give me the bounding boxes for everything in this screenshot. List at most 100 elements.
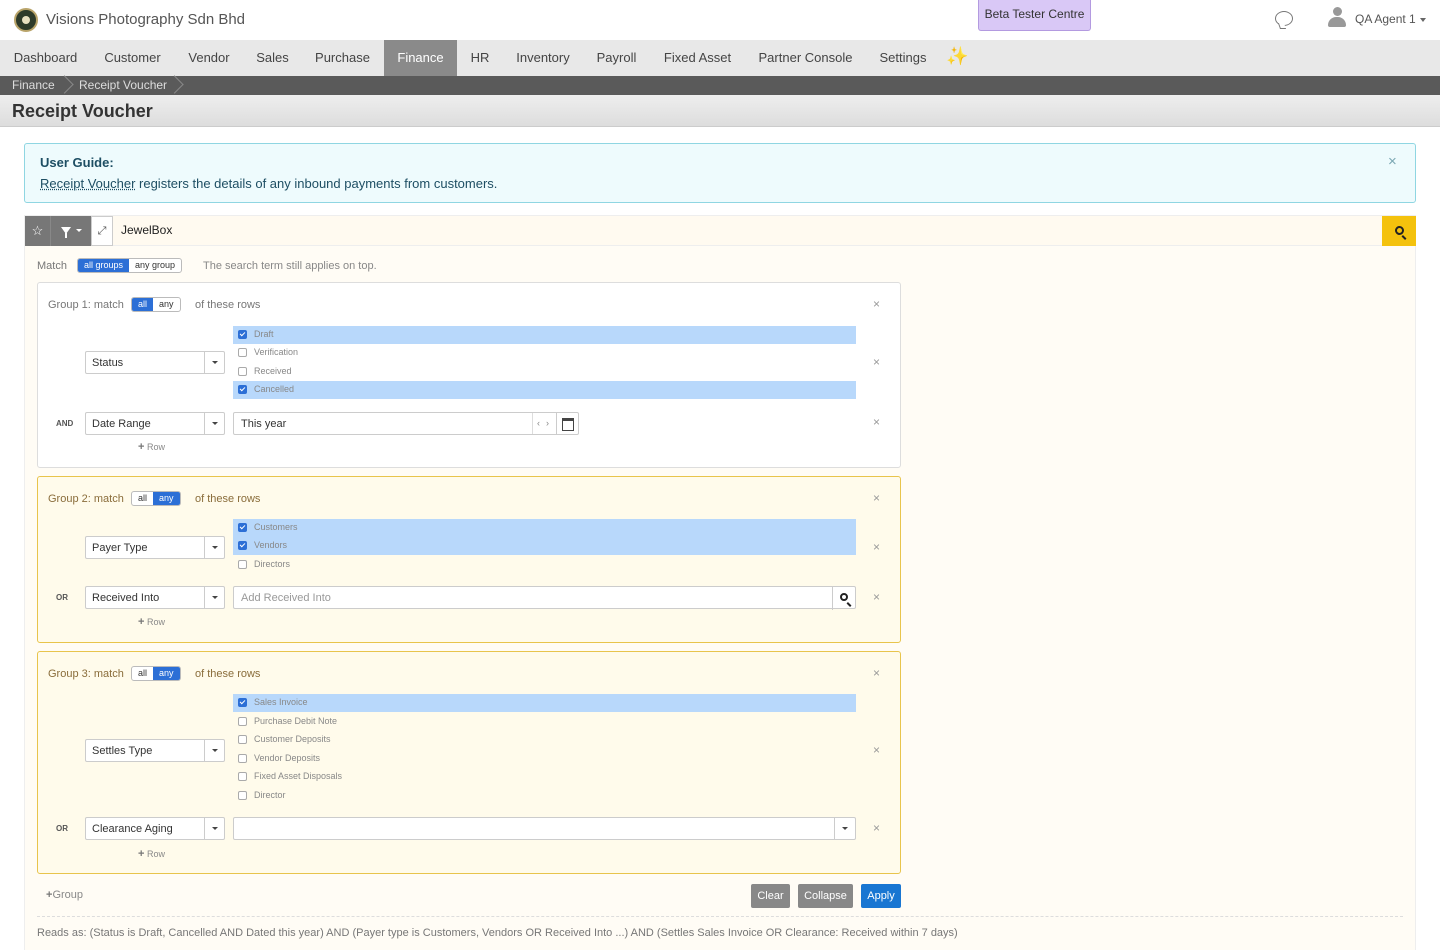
group-match-toggle: all any	[131, 491, 181, 506]
remove-row-icon[interactable]: ×	[873, 743, 880, 757]
field-select-clearance-aging[interactable]: Clearance Aging	[85, 817, 225, 840]
date-range-input[interactable]: This year ‹ ›	[233, 412, 579, 435]
add-row-button[interactable]: + Row	[138, 616, 165, 628]
search-button[interactable]	[832, 587, 855, 610]
group-all[interactable]: all	[132, 667, 153, 680]
group-any[interactable]: any	[153, 298, 180, 311]
nav-sales[interactable]: Sales	[244, 40, 301, 76]
nav-fixed-asset[interactable]: Fixed Asset	[650, 40, 745, 76]
checkbox-customers[interactable]: Customers	[233, 519, 856, 537]
star-icon[interactable]: ☆	[25, 216, 50, 246]
nav-inventory[interactable]: Inventory	[503, 40, 583, 76]
checkbox-vendors[interactable]: Vendors	[233, 537, 856, 555]
nav-hr[interactable]: HR	[457, 40, 503, 76]
field-select-payer-type[interactable]: Payer Type	[85, 536, 225, 559]
received-into-input[interactable]: Add Received Into	[233, 586, 856, 610]
row-connector: OR	[56, 824, 68, 833]
nav-customer[interactable]: Customer	[91, 40, 174, 76]
chevron-left-icon[interactable]: ‹	[532, 413, 540, 434]
add-group-label: Group	[52, 889, 84, 901]
checkbox-sales-invoice[interactable]: Sales Invoice	[233, 694, 856, 712]
match-all-groups[interactable]: all groups	[78, 259, 130, 272]
close-icon[interactable]: ×	[1388, 153, 1397, 170]
checkbox-label: Fixed Asset Disposals	[254, 771, 343, 781]
group-any[interactable]: any	[153, 667, 180, 680]
nav-vendor[interactable]: Vendor	[174, 40, 244, 76]
checkbox-label: Draft	[254, 329, 274, 339]
checkbox-purchase-debit-note[interactable]: Purchase Debit Note	[233, 713, 856, 731]
checkbox-customer-deposits[interactable]: Customer Deposits	[233, 731, 856, 749]
date-range-value: This year	[241, 418, 287, 430]
breadcrumb-receipt-voucher[interactable]: Receipt Voucher	[79, 76, 167, 95]
checkbox-icon	[238, 385, 247, 394]
sparkle-icon[interactable]: ✨	[946, 46, 968, 67]
chat-icon[interactable]	[1275, 11, 1293, 26]
nav-settings[interactable]: Settings	[866, 40, 940, 76]
guide-link[interactable]: Receipt Voucher	[40, 176, 135, 191]
search-input[interactable]: JewelBox	[121, 223, 172, 237]
user-avatar-icon[interactable]	[1328, 7, 1346, 27]
user-menu[interactable]: QA Agent 1	[1355, 12, 1426, 26]
field-select-received-into[interactable]: Received Into	[85, 586, 225, 609]
checkbox-icon	[238, 523, 247, 532]
checkbox-verification[interactable]: Verification	[233, 344, 856, 362]
group-all[interactable]: all	[132, 492, 153, 505]
apply-button[interactable]: Apply	[861, 884, 901, 908]
search-button[interactable]	[1382, 216, 1416, 246]
nav-payroll[interactable]: Payroll	[583, 40, 650, 76]
checkbox-draft[interactable]: Draft	[233, 326, 856, 344]
group-all[interactable]: all	[132, 298, 154, 311]
add-group-button[interactable]: +Group	[46, 889, 83, 901]
clear-button[interactable]: Clear	[751, 884, 790, 908]
filter-icon	[60, 227, 71, 239]
chevron-down-icon	[204, 587, 224, 608]
nav-dashboard[interactable]: Dashboard	[0, 40, 91, 76]
clearance-aging-select[interactable]	[233, 817, 856, 840]
remove-row-icon[interactable]: ×	[873, 355, 880, 369]
filter-dropdown-button[interactable]	[50, 216, 91, 246]
expand-icon[interactable]: ⤢	[91, 216, 113, 246]
breadcrumb-separator-icon	[60, 76, 70, 95]
title-bar: Receipt Voucher	[0, 95, 1440, 127]
field-select-status[interactable]: Status	[85, 351, 225, 374]
add-row-button[interactable]: + Row	[138, 848, 165, 860]
checkbox-label: Received	[254, 366, 292, 376]
query-summary: Reads as: (Status is Draft, Cancelled AN…	[37, 927, 958, 939]
checkbox-director[interactable]: Director	[233, 787, 856, 805]
breadcrumb-finance[interactable]: Finance	[12, 76, 55, 95]
divider	[37, 916, 1403, 917]
collapse-button[interactable]: Collapse	[798, 884, 853, 908]
remove-group-icon[interactable]: ×	[873, 666, 880, 680]
plus-icon: +	[138, 441, 145, 453]
remove-row-icon[interactable]: ×	[873, 590, 880, 604]
checkbox-vendor-deposits[interactable]: Vendor Deposits	[233, 750, 856, 768]
group-any[interactable]: any	[153, 492, 180, 505]
checkbox-fixed-asset-disposals[interactable]: Fixed Asset Disposals	[233, 768, 856, 786]
nav-finance[interactable]: Finance	[384, 40, 457, 76]
checkbox-icon	[238, 560, 247, 569]
match-any-group[interactable]: any group	[129, 259, 181, 272]
chevron-right-icon[interactable]: ›	[546, 413, 549, 434]
chevron-down-icon	[204, 352, 224, 373]
field-select-date-range[interactable]: Date Range	[85, 412, 225, 435]
beta-tester-button[interactable]: Beta Tester Centre	[978, 0, 1091, 31]
calendar-icon[interactable]	[556, 413, 578, 434]
remove-row-icon[interactable]: ×	[873, 540, 880, 554]
remove-group-icon[interactable]: ×	[873, 297, 880, 311]
remove-group-icon[interactable]: ×	[873, 491, 880, 505]
checkbox-received[interactable]: Received	[233, 363, 856, 381]
match-hint: The search term still applies on top.	[203, 260, 377, 272]
remove-row-icon[interactable]: ×	[873, 415, 880, 429]
remove-row-icon[interactable]: ×	[873, 821, 880, 835]
field-select-value: Status	[92, 357, 124, 369]
checkbox-cancelled[interactable]: Cancelled	[233, 381, 856, 399]
checkbox-directors[interactable]: Directors	[233, 556, 856, 574]
plus-icon: +	[138, 616, 145, 628]
user-guide-alert: User Guide: Receipt Voucher registers th…	[24, 143, 1416, 203]
nav-purchase[interactable]: Purchase	[301, 40, 384, 76]
add-row-label: Row	[146, 849, 165, 859]
nav-partner-console[interactable]: Partner Console	[745, 40, 866, 76]
group-match-toggle: all any	[131, 666, 181, 681]
add-row-button[interactable]: + Row	[138, 441, 165, 453]
field-select-settles-type[interactable]: Settles Type	[85, 739, 225, 762]
